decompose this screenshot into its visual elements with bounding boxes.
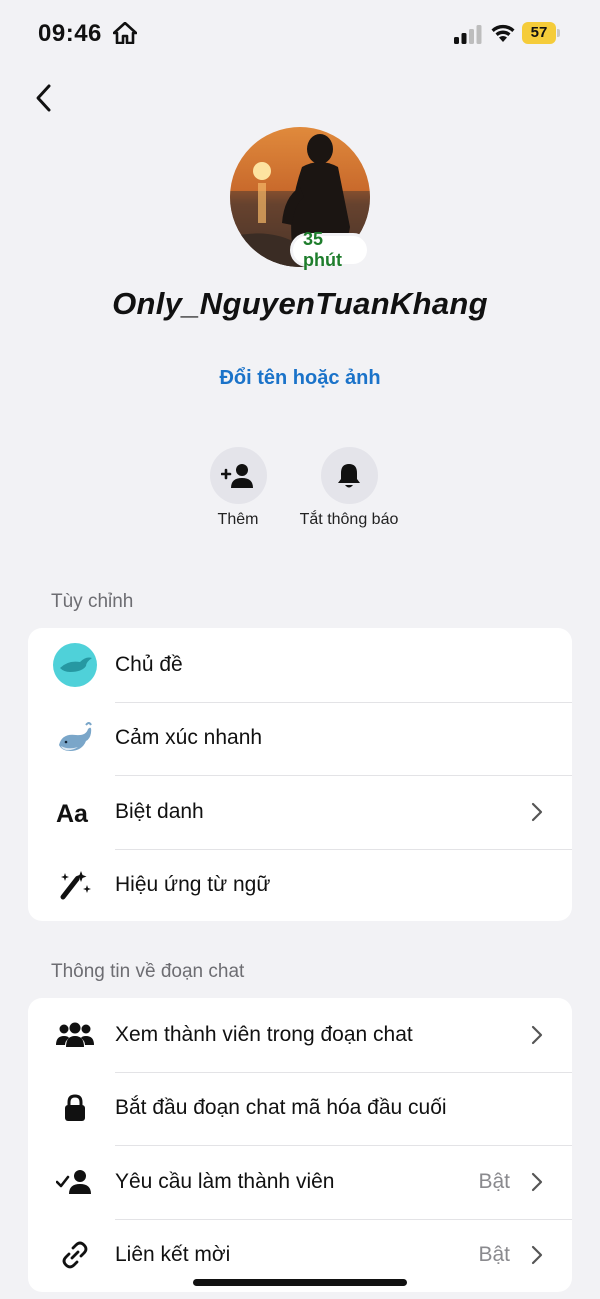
theme-icon	[50, 642, 100, 688]
lock-icon	[50, 1085, 100, 1131]
view-members-label: Xem thành viên trong đoạn chat	[115, 1022, 413, 1046]
bell-icon	[338, 463, 360, 487]
person-check-icon	[50, 1159, 100, 1205]
add-member-action[interactable]: Thêm	[178, 447, 298, 530]
e2ee-chat-label: Bắt đầu đoạn chat mã hóa đầu cuối	[115, 1096, 447, 1120]
add-person-icon	[221, 463, 253, 488]
word-effects-row[interactable]: Hiệu ứng từ ngữ	[28, 848, 572, 922]
customize-section-title: Tùy chỉnh	[51, 591, 134, 612]
svg-text:Aa: Aa	[56, 800, 89, 827]
invite-link-status: Bật	[478, 1243, 510, 1267]
mute-notifications-button[interactable]	[320, 447, 378, 504]
chevron-right-icon	[531, 1246, 543, 1265]
battery-cap	[557, 29, 560, 37]
home-indicator[interactable]	[193, 1279, 407, 1286]
membership-requests-row[interactable]: Yêu cầu làm thành viên Bật	[28, 1145, 572, 1219]
add-member-label: Thêm	[217, 511, 259, 528]
magic-wand-icon	[50, 862, 100, 908]
back-button[interactable]	[26, 78, 62, 118]
profile-avatar-container[interactable]: 35 phút	[230, 127, 370, 270]
membership-requests-label: Yêu cầu làm thành viên	[115, 1169, 335, 1193]
status-time: 09:46	[38, 20, 102, 47]
chevron-left-icon	[36, 84, 51, 112]
chat-info-section-title: Thông tin về đoạn chat	[51, 961, 245, 982]
view-members-row[interactable]: Xem thành viên trong đoạn chat	[28, 998, 572, 1072]
status-bar: 09:46 57	[0, 0, 600, 66]
active-status-badge: 35 phút	[290, 229, 370, 270]
mute-notifications-action[interactable]: Tắt thông báo	[289, 447, 409, 530]
wifi-icon	[491, 24, 515, 42]
home-icon	[113, 22, 137, 44]
whale-emoji-icon	[50, 715, 100, 761]
battery-level: 57	[530, 24, 548, 41]
rename-or-photo-link[interactable]: Đổi tên hoặc ảnh	[0, 367, 600, 390]
word-effects-label: Hiệu ứng từ ngữ	[115, 873, 271, 897]
customize-card: Chủ đề Cảm xúc nhanh Aa Biệt danh Hiệu ứ…	[28, 628, 572, 921]
mute-notifications-label: Tắt thông báo	[299, 511, 399, 528]
quick-reaction-row[interactable]: Cảm xúc nhanh	[28, 701, 572, 776]
link-icon	[50, 1232, 100, 1278]
battery-indicator: 57	[522, 22, 560, 44]
chevron-right-icon	[531, 1172, 543, 1191]
chevron-right-icon	[531, 1025, 543, 1044]
group-icon	[50, 1012, 100, 1058]
add-member-button[interactable]	[209, 447, 267, 504]
cellular-signal-icon	[454, 25, 482, 44]
theme-label: Chủ đề	[115, 652, 183, 676]
nickname-row[interactable]: Aa Biệt danh	[28, 775, 572, 849]
theme-row[interactable]: Chủ đề	[28, 628, 572, 702]
invite-link-label: Liên kết mời	[115, 1243, 231, 1267]
chat-info-card: Xem thành viên trong đoạn chat Bắt đầu đ…	[28, 998, 572, 1292]
nickname-label: Biệt danh	[115, 799, 204, 823]
quick-reaction-label: Cảm xúc nhanh	[115, 726, 263, 750]
membership-requests-status: Bật	[478, 1169, 510, 1193]
profile-name: Only_NguyenTuanKhang	[112, 286, 488, 321]
e2ee-chat-row[interactable]: Bắt đầu đoạn chat mã hóa đầu cuối	[28, 1071, 572, 1146]
aa-text-icon: Aa	[50, 789, 100, 835]
chevron-right-icon	[531, 802, 543, 821]
